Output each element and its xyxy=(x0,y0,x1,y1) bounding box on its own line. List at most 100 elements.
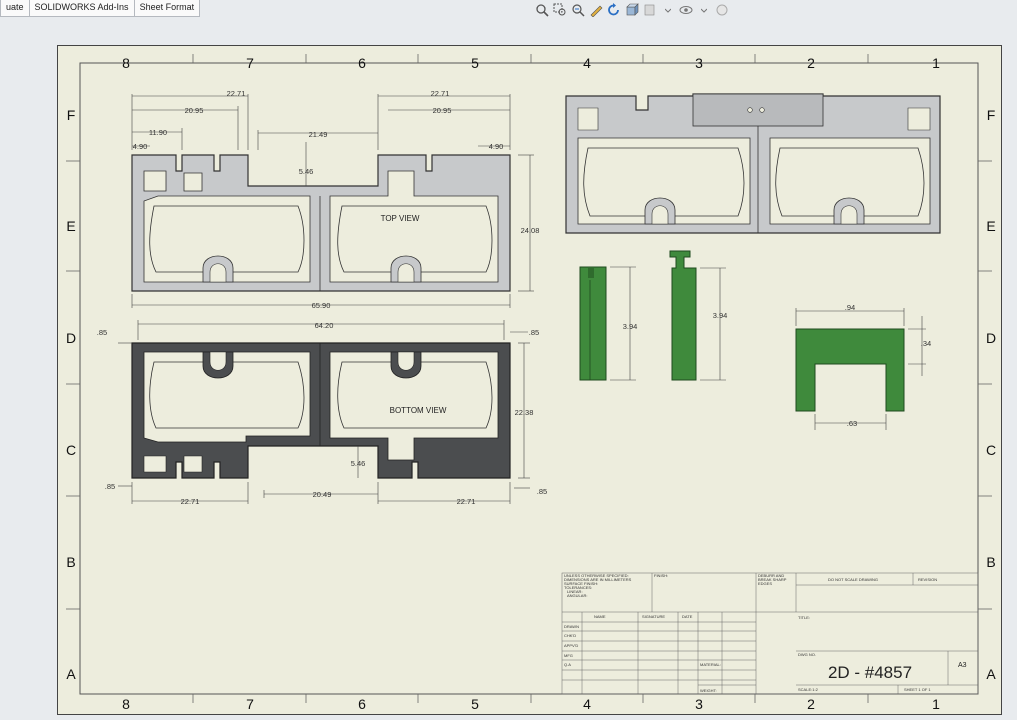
title-block-scale: SCALE:1:2 xyxy=(798,687,819,692)
dimension[interactable]: 5.46 xyxy=(351,459,366,468)
command-tabs: uate SOLIDWORKS Add-Ins Sheet Format xyxy=(0,0,201,17)
title-block-row: DRAWN xyxy=(564,624,579,629)
title-block-row: APPV'D xyxy=(564,643,578,648)
zone-col-label: 8 xyxy=(122,55,130,71)
dimension[interactable]: .85 xyxy=(105,482,115,491)
zone-col-label: 2 xyxy=(807,55,815,71)
zone-col-label: 8 xyxy=(122,696,130,712)
dimension[interactable]: 20.49 xyxy=(313,490,332,499)
hide-show-icon[interactable] xyxy=(679,3,693,17)
dimension[interactable]: .85 xyxy=(97,328,107,337)
title-block-finish: FINISH: xyxy=(654,573,668,578)
top-view-label: TOP VIEW xyxy=(381,214,420,223)
title-block-note: ANGULAR: xyxy=(567,593,587,598)
zone-col-label: 1 xyxy=(932,696,940,712)
dimension[interactable]: .34 xyxy=(921,339,931,348)
front-view[interactable] xyxy=(565,93,941,234)
zone-col-label: 6 xyxy=(358,55,366,71)
zone-col-label: 4 xyxy=(583,696,591,712)
title-block-col-name: NAME xyxy=(594,614,606,619)
dimension[interactable]: 22.71 xyxy=(181,497,200,506)
zone-col-label: 5 xyxy=(471,55,479,71)
dimension[interactable]: 22.38 xyxy=(515,408,534,417)
title-block-do-not-scale: DO NOT SCALE DRAWING xyxy=(828,577,878,582)
zoom-previous-icon[interactable] xyxy=(571,3,585,17)
zoom-to-fit-icon[interactable] xyxy=(535,3,549,17)
appearance-icon[interactable] xyxy=(715,3,729,17)
dimension[interactable]: 3.94 xyxy=(623,322,638,331)
title-block-material: MATERIAL: xyxy=(700,662,721,667)
zone-row-label: F xyxy=(987,107,996,123)
dimension[interactable]: .94 xyxy=(845,303,855,312)
title-block-title: TITLE: xyxy=(798,615,810,620)
dimension[interactable]: 4.90 xyxy=(133,142,148,151)
dimension[interactable]: 11.90 xyxy=(149,128,167,137)
dimension[interactable]: 24.08 xyxy=(521,226,540,235)
tab-solidworks-addins[interactable]: SOLIDWORKS Add-Ins xyxy=(28,0,135,17)
drawing-sheet[interactable]: 8 7 6 5 4 3 2 1 8 7 6 5 4 3 2 1 F E D C … xyxy=(57,45,1002,715)
zone-row-label: E xyxy=(986,218,995,234)
rotate-icon[interactable] xyxy=(607,3,621,17)
title-block-sheet: SHEET 1 OF 1 xyxy=(904,687,931,692)
title-block-col-signature: SIGNATURE xyxy=(642,614,665,619)
zone-col-label: 7 xyxy=(246,55,254,71)
zoom-area-icon[interactable] xyxy=(553,3,567,17)
title-block[interactable] xyxy=(561,572,979,695)
dimension[interactable]: 22.71 xyxy=(431,89,450,98)
title-block-row: MFG xyxy=(564,653,573,658)
zone-col-label: 1 xyxy=(932,55,940,71)
title-block-row: Q.A xyxy=(564,662,571,667)
zone-col-label: 6 xyxy=(358,696,366,712)
zone-col-label: 7 xyxy=(246,696,254,712)
tab-evaluate[interactable]: uate xyxy=(0,0,30,17)
title-block-row: CHK'D xyxy=(564,633,576,638)
zone-row-label: D xyxy=(986,330,996,346)
title-block-col-date: DATE xyxy=(682,614,693,619)
dimension[interactable]: 22.71 xyxy=(457,497,476,506)
dimension[interactable]: 65.90 xyxy=(312,301,331,310)
bottom-view-label: BOTTOM VIEW xyxy=(390,406,447,415)
zone-col-label: 3 xyxy=(695,696,703,712)
bottom-view[interactable]: BOTTOM VIEW xyxy=(131,342,511,479)
zone-col-label: 3 xyxy=(695,55,703,71)
zone-row-label: D xyxy=(66,330,76,346)
zone-col-label: 4 xyxy=(583,55,591,71)
sheet-size: A3 xyxy=(958,662,967,669)
sketch-icon[interactable] xyxy=(589,3,603,17)
cap-part[interactable] xyxy=(795,328,905,412)
top-view[interactable]: TOP VIEW xyxy=(131,154,511,292)
title-block-revision: REVISION xyxy=(918,577,937,582)
tab-sheet-format[interactable]: Sheet Format xyxy=(133,0,201,17)
view-orientation-icon[interactable] xyxy=(625,3,639,17)
zone-row-label: C xyxy=(986,442,996,458)
title-block-dwg-no-label: DWG NO. xyxy=(798,652,816,657)
dimension[interactable]: .63 xyxy=(847,419,857,428)
dimension[interactable]: 20.95 xyxy=(185,106,204,115)
title-block-deburr: EDGES xyxy=(758,581,772,586)
zone-row-label: A xyxy=(66,666,76,682)
dimension[interactable]: .85 xyxy=(529,328,539,337)
drawing-canvas: 8 7 6 5 4 3 2 1 8 7 6 5 4 3 2 1 F E D C … xyxy=(66,54,996,712)
chevron-down-icon[interactable] xyxy=(697,3,711,17)
dimension[interactable]: 5.46 xyxy=(299,167,314,176)
dimension[interactable]: 4.90 xyxy=(489,142,504,151)
drawing-number: 2D - #4857 xyxy=(828,663,912,682)
dimension[interactable]: .85 xyxy=(537,487,547,496)
heads-up-view-toolbar xyxy=(535,3,729,17)
dimension[interactable]: 22.71 xyxy=(227,89,246,98)
display-style-icon[interactable] xyxy=(643,3,657,17)
dimension[interactable]: 21.49 xyxy=(309,130,328,139)
zone-row-label: A xyxy=(986,666,996,682)
dimension[interactable]: 20.95 xyxy=(433,106,452,115)
zone-col-label: 5 xyxy=(471,696,479,712)
zone-col-label: 2 xyxy=(807,696,815,712)
zone-row-label: B xyxy=(66,554,75,570)
zone-row-label: F xyxy=(67,107,76,123)
clip-part-a[interactable] xyxy=(579,266,607,381)
dimension[interactable]: 64.20 xyxy=(315,321,334,330)
zone-row-label: B xyxy=(986,554,995,570)
dimension[interactable]: 3.94 xyxy=(713,311,728,320)
clip-part-b[interactable] xyxy=(669,250,697,381)
chevron-down-icon[interactable] xyxy=(661,3,675,17)
zone-row-label: C xyxy=(66,442,76,458)
